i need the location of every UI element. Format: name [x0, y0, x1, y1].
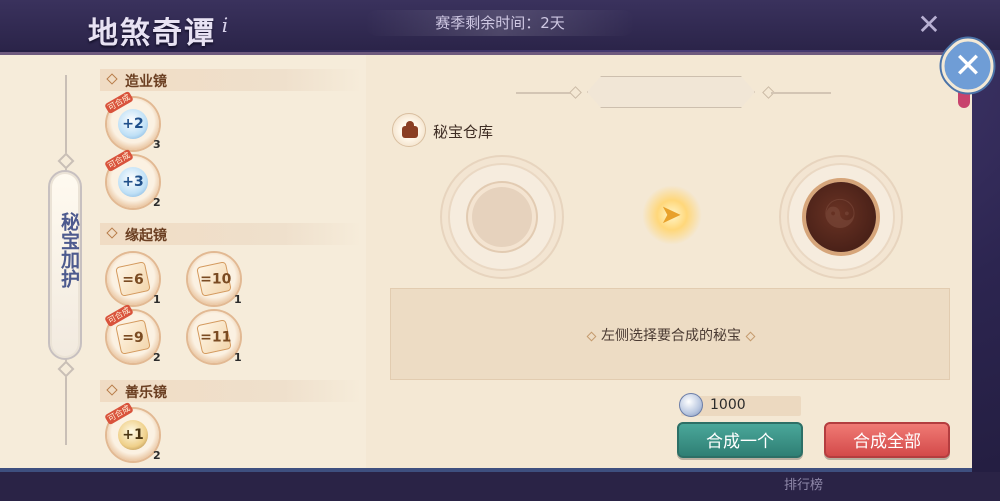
season-timer: 赛季剩余时间：2天 [365, 10, 635, 36]
gold-mirror-icon: +1 [118, 420, 148, 450]
item-count: 2 [153, 351, 161, 364]
item-count: 1 [234, 351, 242, 364]
treasure-item[interactable]: =11 1 [188, 311, 242, 364]
bottom-bar [0, 472, 1000, 501]
top-bar: 地煞奇谭 i 赛季剩余时间：2天 ✕ [0, 0, 1000, 51]
treasure-item[interactable]: +1 可合成 2 [104, 401, 161, 462]
warehouse-label: 秘宝仓库 [433, 123, 494, 141]
treasure-item[interactable]: =10 1 [188, 253, 242, 306]
diamond-icon [106, 384, 118, 396]
item-label: =9 [122, 329, 144, 346]
output-slot[interactable] [787, 163, 895, 271]
line-knot-icon [57, 360, 75, 378]
diamond-icon [586, 331, 597, 341]
treasure-pot-icon [392, 113, 426, 147]
item-count: 2 [153, 196, 161, 209]
diamond-icon [106, 227, 118, 239]
synthesis-pane: 秘宝仓库 左侧选择要合成的秘宝 1000 合成一个 合成全部 [366, 55, 972, 468]
treasure-item[interactable]: +3 可合成 2 [104, 148, 161, 209]
background-close-icon[interactable]: ✕ [916, 11, 942, 39]
close-button[interactable]: ✕ [931, 29, 1000, 103]
tile-icon: =11 [196, 319, 232, 355]
tab-treasure-protection[interactable]: 秘宝加护 [48, 170, 82, 360]
hint-text: 左侧选择要合成的秘宝 [391, 325, 951, 345]
treasure-item[interactable]: =9 可合成 2 [104, 303, 161, 364]
banner-knot-icon [569, 86, 582, 99]
tile-icon: =9 [115, 319, 151, 355]
tile-icon: =10 [196, 261, 232, 297]
combine-one-button[interactable]: 合成一个 [677, 422, 803, 458]
item-count: 3 [153, 138, 161, 151]
category-header: 缘起镜 [100, 223, 362, 245]
silver-coin-icon [679, 393, 703, 417]
ranking-label[interactable]: 排行榜 [784, 474, 823, 493]
taiji-icon [806, 182, 876, 252]
item-count: 2 [153, 449, 161, 462]
category-title: 造业镜 [125, 74, 167, 90]
item-label: =10 [200, 271, 232, 288]
item-count: 1 [153, 293, 161, 306]
banner-wing-left [516, 92, 576, 94]
category-title: 缘起镜 [125, 228, 167, 244]
input-slot-inner [472, 187, 532, 247]
selected-treasure-banner [587, 76, 755, 108]
hint-message: 左侧选择要合成的秘宝 [601, 328, 741, 344]
synthesis-panel: 秘宝加护 造业镜 +2 可合成 3 +3 可合成 2 缘起镜 =6 1 =10 … [0, 52, 972, 472]
glowing-arrow-icon [642, 185, 702, 245]
diamond-icon [745, 331, 756, 341]
hint-box: 左侧选择要合成的秘宝 [390, 288, 950, 380]
input-slot[interactable] [448, 163, 556, 271]
game-title: 地煞奇谭 [88, 16, 216, 51]
item-count: 1 [234, 293, 242, 306]
coin-amount: 1000 [710, 397, 746, 413]
line-knot-icon [57, 152, 75, 170]
category-title: 善乐镜 [125, 385, 167, 401]
item-label: =6 [122, 271, 144, 288]
category-header: 造业镜 [100, 69, 362, 91]
tab-label: 秘宝加护 [58, 212, 80, 288]
tile-icon: =6 [115, 261, 151, 297]
combine-all-button[interactable]: 合成全部 [824, 422, 950, 458]
mirror-icon: +2 [118, 109, 148, 139]
treasure-list-pane: 秘宝加护 造业镜 +2 可合成 3 +3 可合成 2 缘起镜 =6 1 =10 … [0, 55, 366, 468]
mirror-icon: +3 [118, 167, 148, 197]
close-icon: ✕ [953, 46, 983, 86]
banner-wing-right [771, 92, 831, 94]
treasure-item[interactable]: +2 可合成 3 [104, 90, 161, 151]
info-icon[interactable]: i [216, 14, 234, 36]
item-label: =11 [200, 329, 232, 346]
treasure-item[interactable]: =6 1 [107, 253, 161, 306]
category-header: 善乐镜 [100, 380, 362, 402]
diamond-icon [106, 73, 118, 85]
